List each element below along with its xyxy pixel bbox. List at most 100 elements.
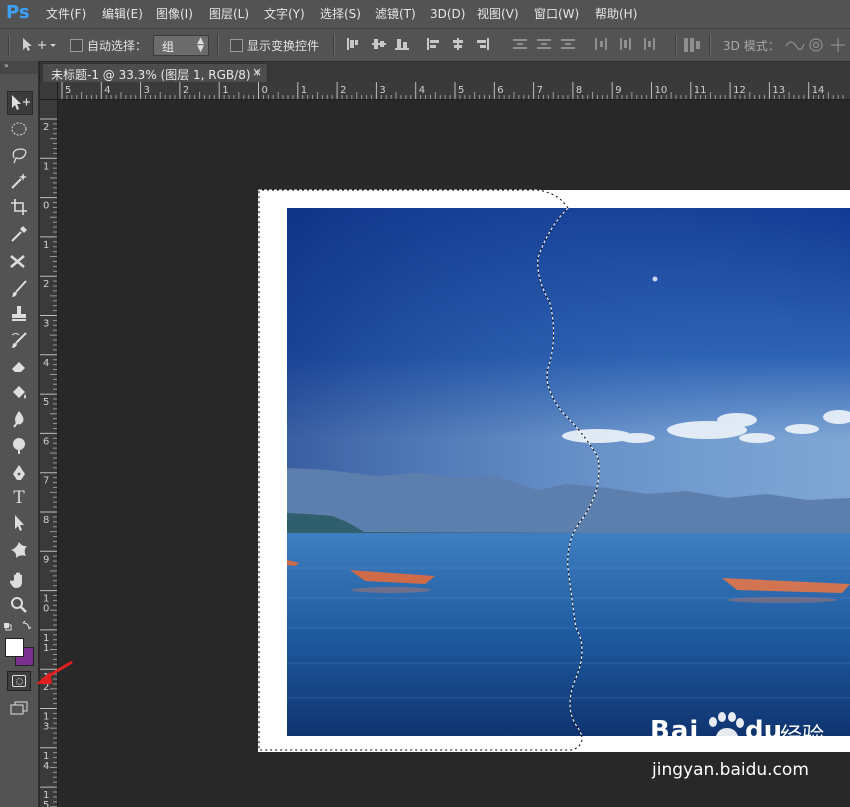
ruler-v-label: 6	[43, 436, 49, 447]
color-swap-icons[interactable]	[3, 620, 35, 634]
screen-mode-icon[interactable]	[9, 700, 29, 716]
menu-type[interactable]: 文字(Y)	[264, 0, 305, 28]
3d-mode-label: 3D 模式：	[723, 39, 780, 53]
close-tab-icon[interactable]: ×	[252, 65, 262, 79]
quick-mask-icon	[12, 675, 26, 687]
auto-select-checkbox[interactable]	[70, 39, 83, 52]
ruler-h-label: 12	[733, 85, 746, 96]
baidu-watermark: Bai du 经验 jingyan.baidu.com	[650, 712, 850, 792]
options-separator	[675, 35, 677, 55]
watermark-brand: Bai	[650, 716, 700, 746]
brush-tool-icon[interactable]	[7, 278, 31, 300]
document-tab[interactable]: 未标题-1 @ 33.3% (图层 1, RGB/8) * ×	[42, 63, 268, 83]
history-brush-tool-icon[interactable]	[7, 329, 31, 351]
ruler-h-label: 6	[497, 85, 503, 96]
hand-tool-icon[interactable]	[7, 569, 31, 591]
foreground-color-swatch[interactable]	[5, 638, 24, 657]
ruler-h-label: 5	[65, 85, 71, 96]
healing-tool-icon[interactable]	[7, 251, 31, 273]
ruler-h-label: 8	[576, 85, 582, 96]
ruler-h-label: 4	[419, 85, 425, 96]
menu-help[interactable]: 帮助(H)	[595, 0, 637, 28]
ruler-h-label: 13	[772, 85, 785, 96]
type-tool-icon[interactable]: T	[7, 487, 31, 509]
move-tool-preset-icon[interactable]	[20, 36, 60, 54]
crop-tool-icon[interactable]	[7, 196, 31, 218]
dodge-tool-icon[interactable]	[7, 434, 31, 456]
ruler-h-label: 7	[537, 85, 543, 96]
ruler-h-label: 14	[812, 85, 825, 96]
menu-layer[interactable]: 图层(L)	[209, 0, 249, 28]
annotation-arrow-icon	[36, 660, 73, 684]
ruler-v-label: 2	[43, 279, 49, 290]
ruler-v-label: 4	[43, 761, 49, 772]
blur-tool-icon[interactable]	[7, 408, 31, 430]
menu-3d[interactable]: 3D(D)	[430, 0, 465, 28]
auto-select-label: 自动选择：	[87, 39, 148, 53]
watermark-cn: 经验	[780, 724, 825, 749]
ruler-h-label: 4	[104, 85, 110, 96]
menu-image[interactable]: 图像(I)	[156, 0, 193, 28]
show-transform-checkbox[interactable]	[230, 39, 243, 52]
canvas-area[interactable]	[58, 100, 850, 807]
ruler-h-label: 1	[222, 85, 228, 96]
document-tab-title: 未标题-1 @ 33.3% (图层 1, RGB/8) *	[51, 68, 261, 82]
ruler-h-label: 2	[183, 85, 189, 96]
ruler-origin[interactable]	[40, 82, 58, 100]
stamp-tool-icon[interactable]	[7, 303, 31, 325]
ruler-v-label: 1	[43, 643, 49, 654]
align-distribute-icons[interactable]	[345, 36, 675, 54]
ruler-v-label: 0	[43, 604, 49, 615]
ruler-v-label: 4	[43, 358, 49, 369]
ruler-h-label: 11	[694, 85, 707, 96]
menu-window[interactable]: 窗口(W)	[534, 0, 579, 28]
ruler-v-label: 3	[43, 319, 49, 330]
photoshop-logo: Ps	[6, 2, 30, 23]
zoom-tool-icon[interactable]	[7, 594, 31, 616]
ruler-h-label: 9	[615, 85, 621, 96]
ruler-v-label: 3	[43, 722, 49, 733]
eraser-tool-icon[interactable]	[7, 355, 31, 377]
ruler-v-label: 0	[43, 201, 49, 212]
ruler-h-label: 1	[301, 85, 307, 96]
ruler-v-label: 9	[43, 554, 49, 565]
paint-bucket-tool-icon[interactable]	[7, 382, 31, 404]
marquee-tool-icon[interactable]	[7, 118, 31, 140]
menu-file[interactable]: 文件(F)	[46, 0, 86, 28]
ruler-h-label: 0	[262, 85, 268, 96]
menu-edit[interactable]: 编辑(E)	[102, 0, 143, 28]
dropdown-arrows-icon: ▲ ▼	[197, 36, 204, 54]
ruler-h-label: 3	[379, 85, 385, 96]
ruler-h-label: 2	[340, 85, 346, 96]
paw-logo-icon	[709, 712, 744, 745]
ruler-v-label: 8	[43, 515, 49, 526]
ruler-h-label: 3	[144, 85, 150, 96]
auto-select-value: 组	[162, 40, 175, 54]
move-tool-icon[interactable]	[7, 91, 33, 115]
options-separator	[333, 35, 335, 55]
show-transform-label: 显示变换控件	[247, 39, 320, 53]
lasso-tool-icon[interactable]	[7, 144, 31, 166]
auto-align-icon[interactable]	[683, 37, 701, 53]
horizontal-ruler[interactable]: 5 4 3 2 1 0 1 2 3 4 5 6 7 8 9 10 11 12 13 14	[40, 82, 850, 100]
3d-mode-icons[interactable]	[783, 36, 850, 54]
ruler-h-label: 5	[458, 85, 464, 96]
menu-filter[interactable]: 滤镜(T)	[375, 0, 416, 28]
selection-marquee[interactable]	[258, 188, 850, 763]
menu-view[interactable]: 视图(V)	[477, 0, 519, 28]
watermark-brand-2: du	[745, 716, 783, 746]
collapse-icon[interactable]: »	[4, 61, 9, 70]
magic-wand-tool-icon[interactable]	[7, 170, 31, 192]
shape-tool-icon[interactable]	[7, 539, 31, 561]
ruler-v-label: 5	[43, 397, 49, 408]
menu-select[interactable]: 选择(S)	[320, 0, 361, 28]
auto-select-dropdown[interactable]: 组 ▲ ▼	[153, 35, 209, 56]
ruler-v-label: 1	[43, 161, 49, 172]
path-select-tool-icon[interactable]	[7, 512, 31, 534]
vertical-ruler[interactable]: 210123456789101112131415	[40, 99, 58, 807]
eyedropper-tool-icon[interactable]	[7, 223, 31, 245]
ruler-v-label: 2	[43, 122, 49, 133]
pen-tool-icon[interactable]	[7, 462, 31, 484]
quick-mask-button[interactable]	[7, 671, 31, 691]
ruler-v-label: 7	[43, 476, 49, 487]
